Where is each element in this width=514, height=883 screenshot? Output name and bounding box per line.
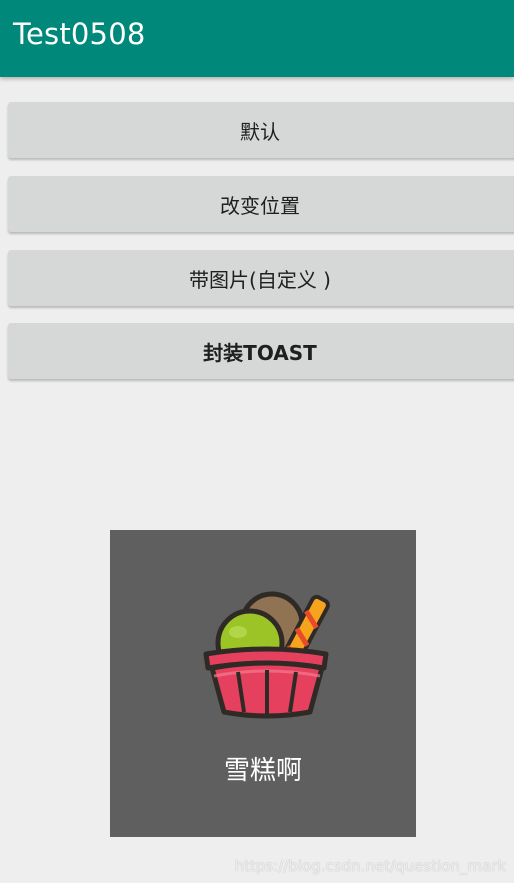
custom-image-toast-button[interactable]: 带图片(自定义 ) [8,250,514,306]
toast-message: 雪糕啊 [223,756,302,786]
ice-cream-cup-icon [203,591,330,719]
app-bar: Test0508 [0,0,514,77]
default-toast-button-label: 默认 [240,119,280,144]
change-position-button-label: 改变位置 [220,193,300,218]
custom-image-toast-button-label: 带图片(自定义 ) [189,267,331,292]
default-toast-button[interactable]: 默认 [8,102,514,158]
watermark: https://blog.csdn.net/question_mark [234,857,506,875]
app-title: Test0508 [13,17,146,51]
change-position-button[interactable]: 改变位置 [8,176,514,232]
wrapped-toast-button[interactable]: 封装TOAST [8,323,514,379]
wrapped-toast-button-label: 封装TOAST [203,340,317,365]
toast-popup: 雪糕啊 [110,530,416,837]
